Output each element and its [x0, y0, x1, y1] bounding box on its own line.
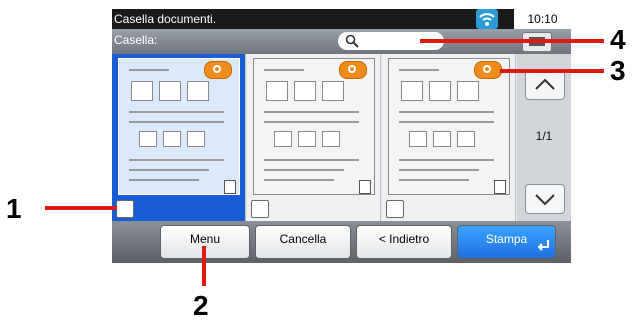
bottom-bar: Menu Cancella < Indietro Stampa — [112, 221, 571, 263]
select-checkbox[interactable] — [386, 200, 404, 218]
print-button[interactable]: Stampa — [457, 225, 556, 259]
file-icon — [359, 180, 371, 194]
clock: 10:10 — [514, 9, 571, 29]
print-button-label: Stampa — [485, 232, 528, 246]
select-checkbox[interactable] — [251, 200, 269, 218]
box-label: Casella: — [114, 33, 158, 47]
file-icon — [224, 180, 236, 194]
screen-title: Casella documenti. — [114, 12, 217, 26]
scan-badge-icon — [204, 61, 232, 79]
scroll-panel: 1/1 — [517, 54, 571, 221]
callout-line-1 — [45, 206, 117, 210]
callout-line-3 — [500, 69, 604, 73]
document-thumbnail-2[interactable] — [247, 54, 381, 221]
menu-button-label: Menu — [189, 232, 221, 246]
back-button[interactable]: < Indietro — [356, 225, 452, 259]
delete-button[interactable]: Cancella — [255, 225, 351, 259]
page-indicator: 1/1 — [535, 129, 553, 143]
document-thumbnail-1[interactable] — [112, 54, 246, 221]
file-icon — [494, 180, 506, 194]
wifi-icon — [476, 9, 498, 29]
document-thumbnail-3[interactable] — [382, 54, 516, 221]
scroll-down-button[interactable] — [525, 184, 565, 214]
chevron-down-icon — [535, 194, 555, 206]
chevron-up-icon — [535, 78, 555, 90]
scan-badge-icon — [339, 61, 367, 79]
callout-4: 4 — [610, 24, 626, 55]
title-bar: Casella documenti. 10:10 — [112, 9, 571, 29]
callout-1: 1 — [6, 193, 22, 224]
thumbnail-area — [112, 54, 517, 221]
callout-line-4 — [420, 39, 604, 43]
back-button-label: < Indietro — [378, 232, 430, 246]
scan-badge-icon — [474, 61, 502, 79]
enter-icon — [536, 239, 550, 254]
search-icon — [345, 34, 359, 53]
scroll-up-button[interactable] — [525, 70, 565, 100]
callout-2: 2 — [193, 290, 209, 321]
delete-button-label: Cancella — [279, 232, 327, 246]
callout-line-2 — [202, 246, 206, 286]
select-checkbox[interactable] — [116, 200, 134, 218]
device-panel: Casella documenti. 10:10 Casella: 1/1 Me… — [112, 9, 571, 263]
callout-3: 3 — [610, 55, 626, 86]
